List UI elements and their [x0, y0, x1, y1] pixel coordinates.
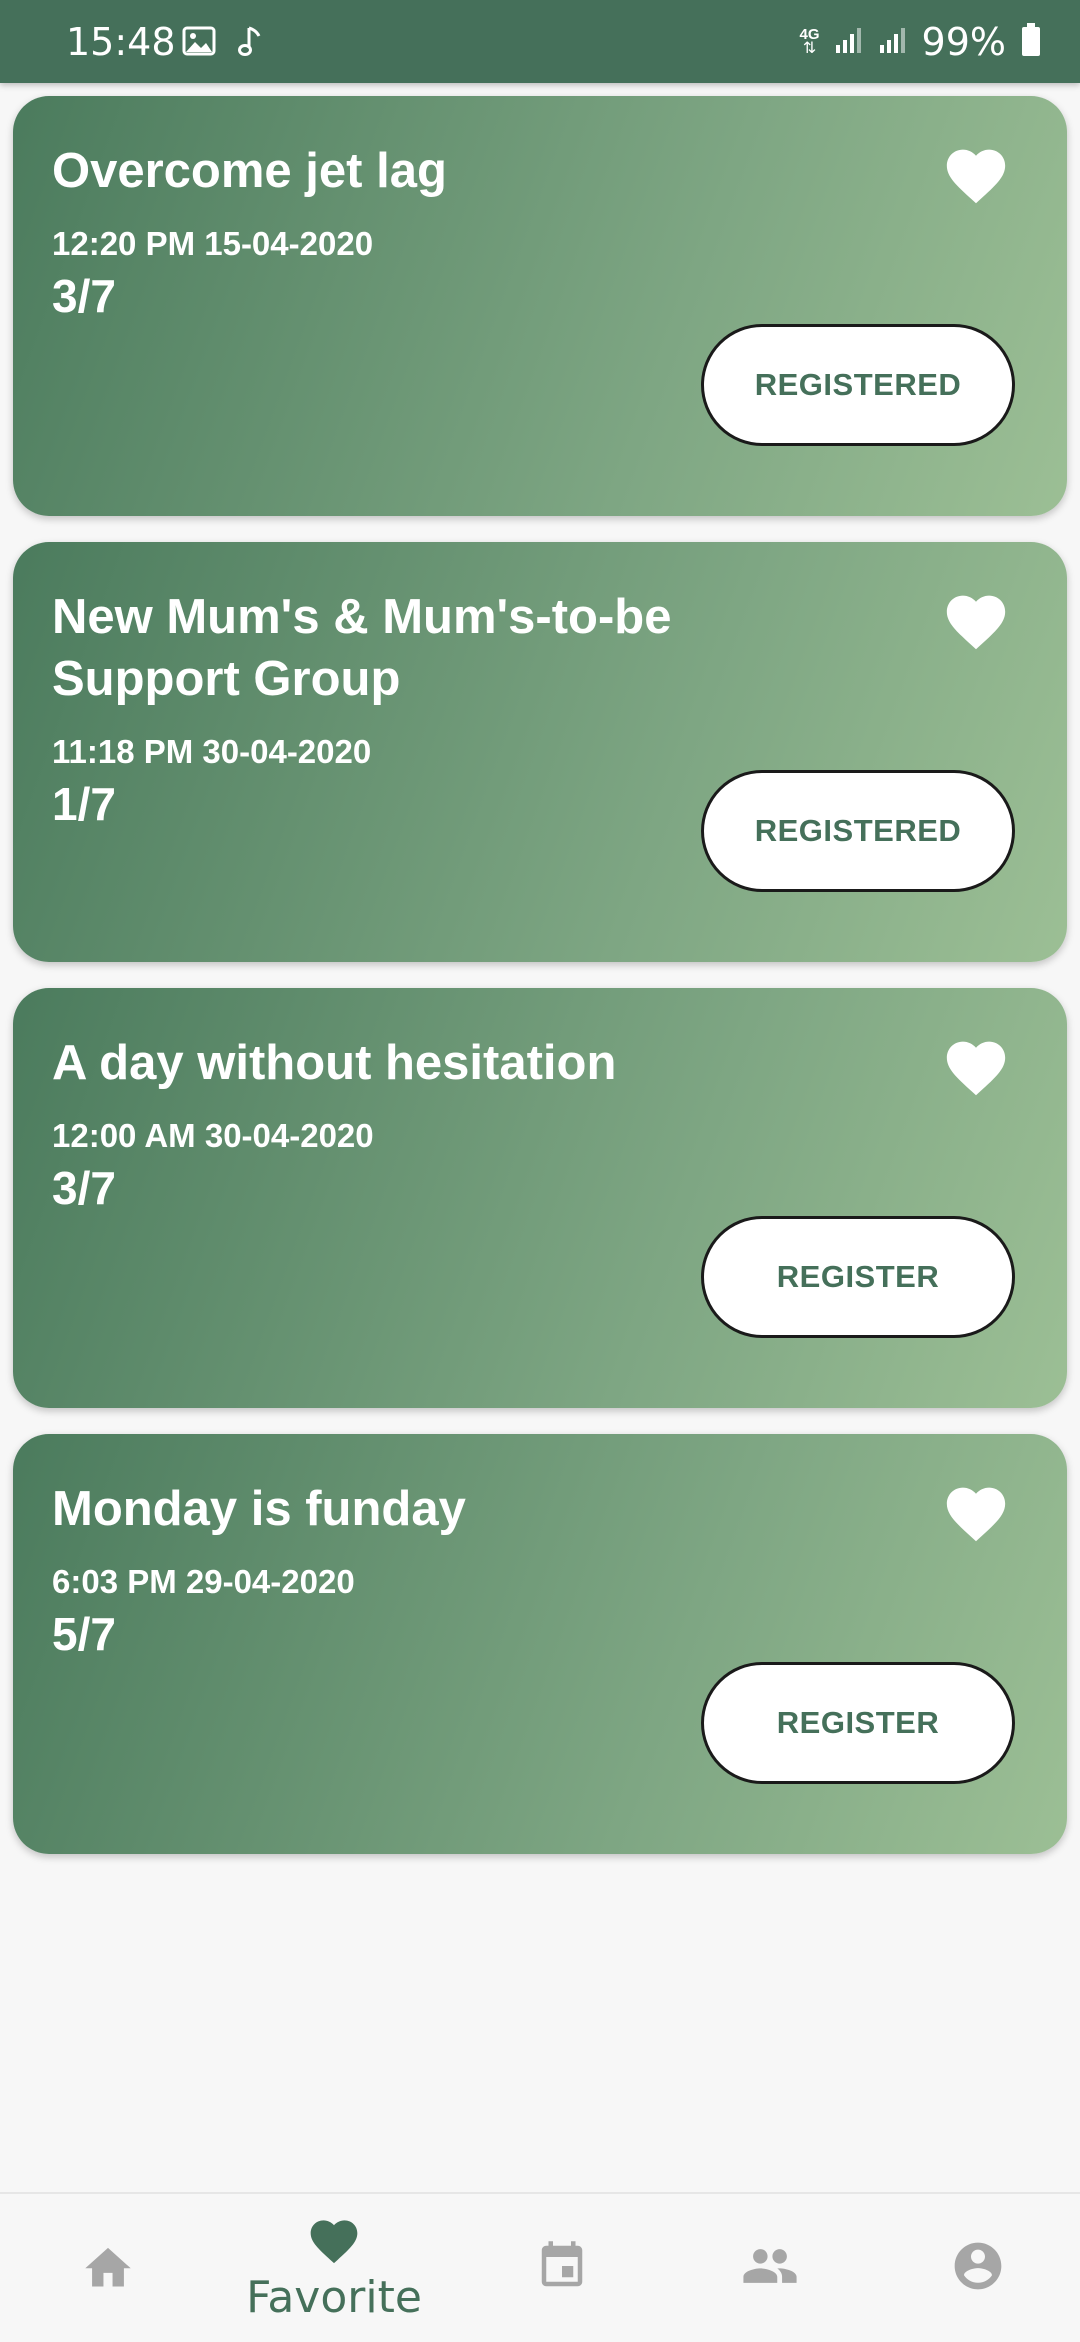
status-notification-icons — [182, 24, 264, 63]
account-icon — [950, 2238, 1006, 2299]
event-card[interactable]: New Mum's & Mum's-to-be Support Group 11… — [13, 542, 1067, 962]
event-attendance-count: 5/7 — [52, 1608, 116, 1660]
network-4g-icon: 4G ⇅ — [799, 26, 820, 57]
favorite-heart-icon[interactable] — [941, 140, 1011, 206]
event-info: Overcome jet lag 12:20 PM 15-04-2020 3/7 — [52, 140, 752, 322]
event-datetime: 12:20 PM 15-04-2020 — [52, 225, 374, 262]
bottom-navigation: Favorite — [0, 2192, 1080, 2342]
event-title: New Mum's & Mum's-to-be Support Group — [52, 590, 672, 706]
image-icon — [182, 26, 216, 61]
register-button[interactable]: REGISTER — [701, 1662, 1015, 1784]
signal-icon — [834, 25, 864, 60]
nav-favorite-label: Favorite — [246, 2272, 422, 2323]
event-card[interactable]: A day without hesitation 12:00 AM 30-04-… — [13, 988, 1067, 1408]
battery-icon — [1020, 22, 1042, 63]
favorite-heart-icon[interactable] — [941, 1032, 1011, 1098]
event-card[interactable]: Overcome jet lag 12:20 PM 15-04-2020 3/7… — [13, 96, 1067, 516]
event-card[interactable]: Monday is funday 6:03 PM 29-04-2020 5/7 … — [13, 1434, 1067, 1854]
nav-home[interactable] — [0, 2194, 216, 2342]
event-attendance-count: 1/7 — [52, 778, 116, 830]
event-datetime: 12:00 AM 30-04-2020 — [52, 1117, 374, 1154]
signal-icon — [878, 25, 908, 60]
battery-percent: 99% — [921, 20, 1006, 64]
event-info: New Mum's & Mum's-to-be Support Group 11… — [52, 586, 752, 830]
register-button[interactable]: REGISTER — [701, 1216, 1015, 1338]
registered-button[interactable]: REGISTERED — [701, 324, 1015, 446]
favorite-heart-icon[interactable] — [941, 586, 1011, 652]
calendar-icon — [535, 2238, 589, 2299]
status-system-icons: 4G ⇅ 99% — [800, 20, 1042, 64]
nav-account[interactable] — [870, 2194, 1080, 2342]
registered-button[interactable]: REGISTERED — [701, 770, 1015, 892]
favorite-heart-icon[interactable] — [941, 1478, 1011, 1544]
event-title: Monday is funday — [52, 1482, 466, 1536]
event-title: A day without hesitation — [52, 1036, 617, 1090]
event-info: Monday is funday 6:03 PM 29-04-2020 5/7 — [52, 1478, 752, 1660]
event-datetime: 6:03 PM 29-04-2020 — [52, 1563, 355, 1600]
people-icon — [741, 2241, 799, 2296]
nav-calendar[interactable] — [454, 2194, 670, 2342]
heart-icon — [306, 2213, 362, 2270]
music-note-icon — [238, 24, 264, 63]
status-bar: 15:48 4G ⇅ 99% — [0, 0, 1080, 83]
nav-favorite[interactable]: Favorite — [226, 2194, 442, 2342]
status-time: 15:48 — [66, 20, 176, 64]
event-info: A day without hesitation 12:00 AM 30-04-… — [52, 1032, 752, 1214]
home-icon — [80, 2241, 136, 2296]
event-attendance-count: 3/7 — [52, 1162, 116, 1214]
event-title: Overcome jet lag — [52, 144, 447, 198]
event-datetime: 11:18 PM 30-04-2020 — [52, 733, 372, 770]
event-attendance-count: 3/7 — [52, 270, 116, 322]
nav-people[interactable] — [662, 2194, 878, 2342]
favorite-event-list: Overcome jet lag 12:20 PM 15-04-2020 3/7… — [13, 96, 1067, 1880]
